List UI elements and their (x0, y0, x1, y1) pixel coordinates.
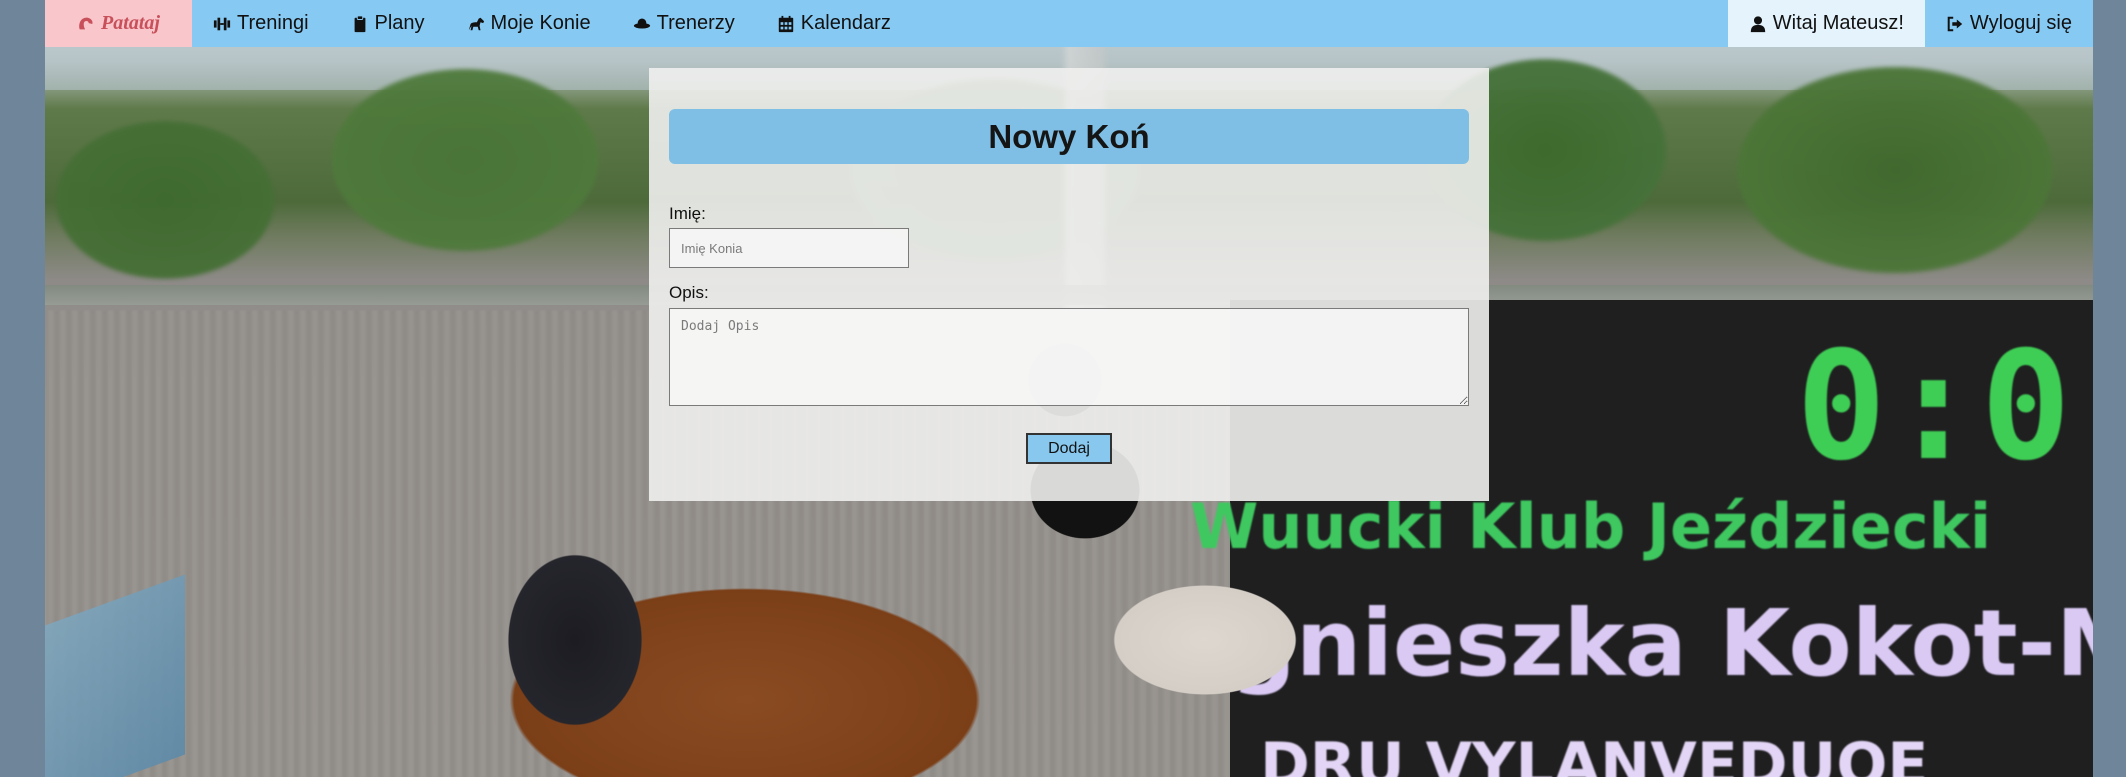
nav-trenerzy[interactable]: Trenerzy (612, 0, 756, 47)
scoreboard-horse: DRU VYLANVEDUOE (1260, 730, 1929, 777)
nav-moje-konie[interactable]: Moje Konie (446, 0, 612, 47)
nav-moje-konie-label: Moje Konie (490, 12, 591, 34)
scoreboard-rider: gnieszka Kokot-Marcis (1230, 590, 2093, 697)
horse-icon (467, 15, 485, 33)
nav-kalendarz[interactable]: Kalendarz (756, 0, 912, 47)
horse-name-input[interactable] (669, 228, 909, 268)
nav-treningi-label: Treningi (237, 12, 309, 34)
user-profile-link[interactable]: Witaj Mateusz! (1727, 0, 1925, 47)
nav-treningi[interactable]: Treningi (192, 0, 330, 47)
nav-plany-label: Plany (374, 12, 425, 34)
page: 0:0 Wuucki Klub Jeździecki gnieszka Koko… (45, 0, 2093, 777)
add-button[interactable]: Dodaj (1026, 433, 1112, 464)
horse-description-input[interactable] (669, 308, 1469, 406)
logout-link[interactable]: Wyloguj się (1925, 0, 2093, 47)
description-label: Opis: (669, 283, 709, 302)
logout-label: Wyloguj się (1969, 12, 2072, 34)
name-label: Imię: (669, 204, 706, 223)
nav-trenerzy-label: Trenerzy (656, 12, 735, 34)
user-icon (1749, 15, 1767, 33)
new-horse-form: Nowy Koń Imię: Opis: Dodaj (649, 68, 1489, 501)
navbar: Patataj Treningi Plany Moje Konie Trener… (45, 0, 2093, 47)
brand-name: Patataj (101, 12, 160, 34)
hat-icon (633, 15, 651, 33)
navbar-right: Witaj Mateusz! Wyloguj się (1727, 0, 2093, 47)
nav-kalendarz-label: Kalendarz (800, 12, 891, 34)
sign-out-icon (1946, 15, 1964, 33)
dumbbell-icon (213, 15, 231, 33)
welcome-text: Witaj Mateusz! (1772, 12, 1904, 34)
nav-plany[interactable]: Plany (330, 0, 446, 47)
clipboard-icon (351, 14, 369, 33)
calendar-icon (777, 15, 795, 33)
scoreboard-score: 0:0 (1796, 320, 2073, 494)
form-title: Nowy Koń (669, 109, 1469, 164)
horseshoe-logo-icon (77, 15, 95, 33)
brand-link[interactable]: Patataj (45, 0, 192, 47)
